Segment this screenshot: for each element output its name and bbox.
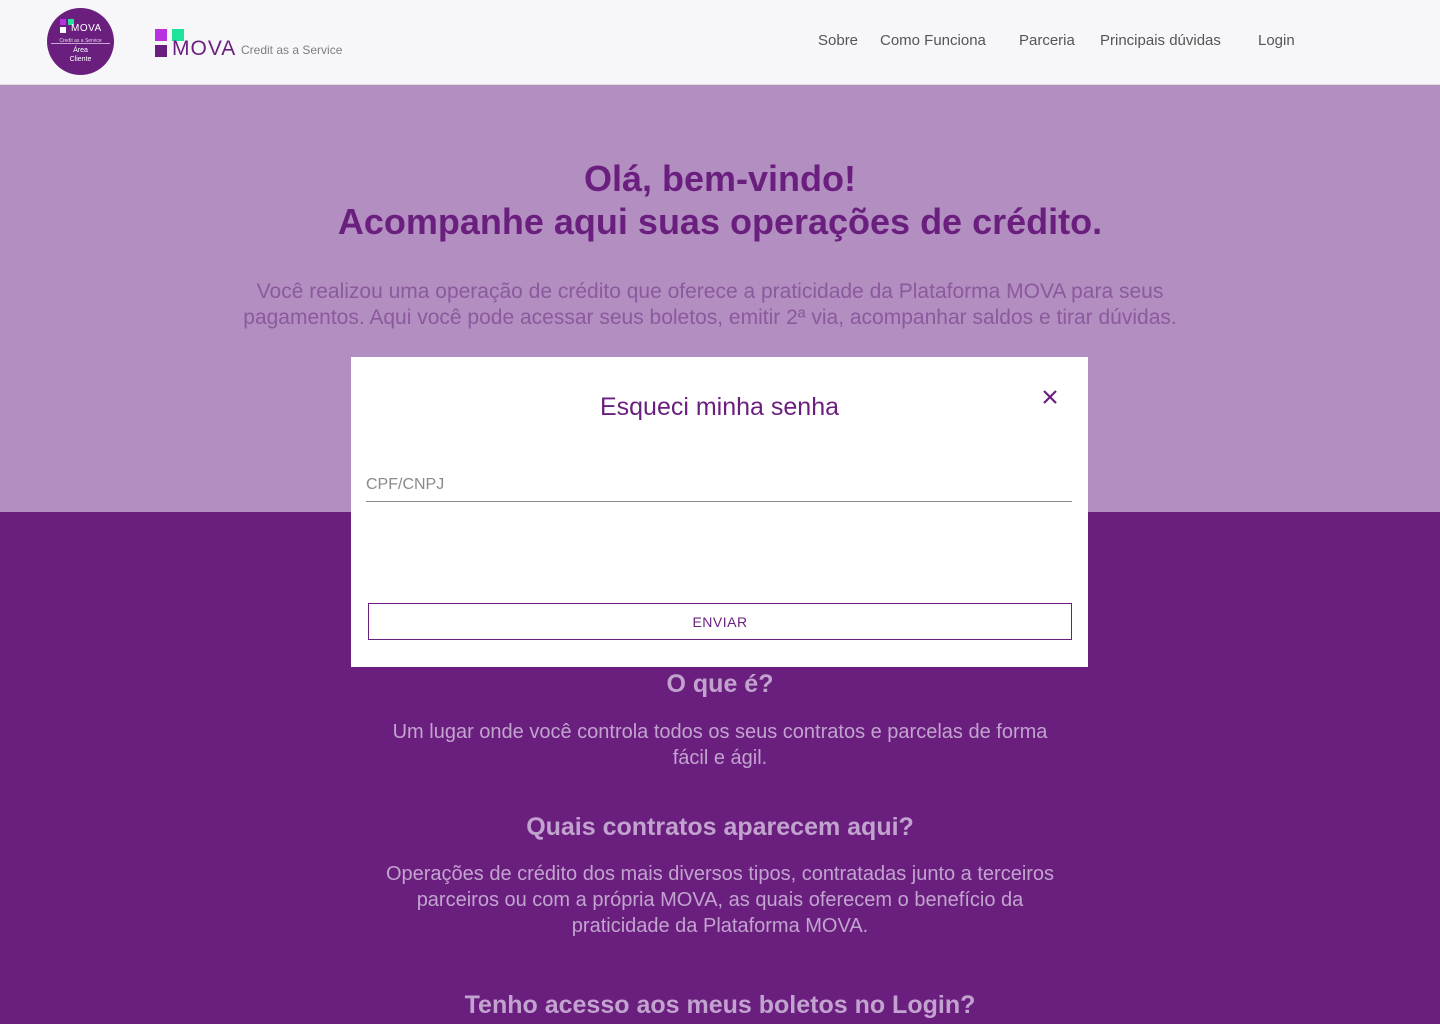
modal-title: Esqueci minha senha xyxy=(599,393,840,421)
nav-item-sobre[interactable]: Sobre xyxy=(818,32,858,49)
cpf-cnpj-input[interactable] xyxy=(366,469,1072,502)
forgot-password-modal: Esqueci minha senha ENVIAR xyxy=(351,357,1088,667)
nav-item-como-funciona[interactable]: Como Funciona xyxy=(880,32,986,49)
main-nav: Sobre Como Funciona Parceria Principais … xyxy=(0,32,1440,52)
send-button[interactable]: ENVIAR xyxy=(368,603,1072,640)
faq-answer-2: Operações de crédito dos mais diversos t… xyxy=(385,863,1055,937)
hero-description: Você realizou uma operação de crédito qu… xyxy=(243,280,1177,329)
faq-answer-1: Um lugar onde você controla todos os seu… xyxy=(392,721,1048,769)
faq-question-3: Tenho acesso aos meus boletos no Login? xyxy=(464,991,976,1019)
hero-title: Olá, bem-vindo! Acompanhe aqui suas oper… xyxy=(0,157,1440,243)
badge-area-line2: Cliente xyxy=(69,56,92,63)
faq-question-1: O que é? xyxy=(666,670,774,698)
close-icon[interactable] xyxy=(1037,384,1063,410)
hero-title-line1: Olá, bem-vindo! xyxy=(583,158,857,199)
top-header: MOVA Credit as a Service Área Cliente MO… xyxy=(0,0,1440,85)
hero-title-line2: Acompanhe aqui suas operações de crédito… xyxy=(337,201,1103,242)
faq-question-2: Quais contratos aparecem aqui? xyxy=(526,813,914,841)
nav-item-principais-duvidas[interactable]: Principais dúvidas xyxy=(1100,32,1221,49)
nav-item-parceria[interactable]: Parceria xyxy=(1019,32,1075,49)
nav-item-login[interactable]: Login xyxy=(1258,32,1295,49)
